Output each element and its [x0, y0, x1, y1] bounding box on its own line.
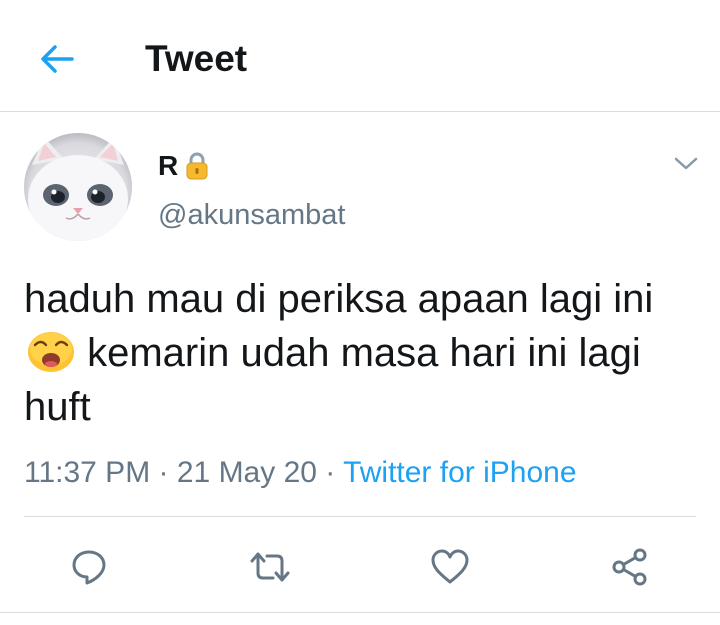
- header-divider: [0, 111, 720, 112]
- tweet-text-part-1: haduh mau di periksa apaan lagi ini: [24, 277, 654, 321]
- lock-icon: [184, 151, 210, 181]
- tweet-meta: 11:37 PM · 21 May 20 · Twitter for iPhon…: [24, 454, 577, 492]
- share-icon: [612, 548, 647, 586]
- arrow-left-icon: [41, 45, 74, 73]
- reply-icon: [72, 550, 106, 585]
- reply-button[interactable]: [67, 545, 111, 589]
- page-title: Tweet: [145, 38, 248, 79]
- cat-avatar-image: [24, 133, 132, 241]
- meta-separator: ·: [316, 456, 344, 489]
- tweet-menu-button[interactable]: [670, 150, 702, 178]
- display-name[interactable]: R: [158, 147, 178, 185]
- tweet-text: haduh mau di periksa apaan lagi ini kema…: [24, 272, 704, 434]
- meta-separator: ·: [150, 456, 177, 489]
- tweet-actions: [0, 530, 720, 600]
- like-icon: [431, 549, 469, 584]
- chevron-down-icon: [674, 157, 698, 170]
- meta-divider: [24, 516, 696, 517]
- back-button[interactable]: [34, 36, 80, 82]
- actions-divider: [0, 612, 720, 613]
- tweet-date: 21 May 20: [176, 456, 317, 489]
- author-name-row: R: [158, 147, 210, 185]
- tweet-time: 11:37 PM: [24, 456, 151, 489]
- tweet-source-link[interactable]: Twitter for iPhone: [343, 456, 576, 489]
- author-handle[interactable]: @akunsambat: [158, 196, 345, 234]
- retweet-icon: [250, 552, 290, 582]
- retweet-button[interactable]: [248, 545, 292, 589]
- weary-face-emoji: [26, 326, 76, 374]
- like-button[interactable]: [428, 545, 472, 589]
- share-button[interactable]: [608, 545, 652, 589]
- avatar[interactable]: [24, 133, 132, 241]
- tweet-text-part-2: kemarin udah masa hari ini lagi huft: [24, 331, 641, 429]
- header-bar: Tweet: [0, 0, 720, 112]
